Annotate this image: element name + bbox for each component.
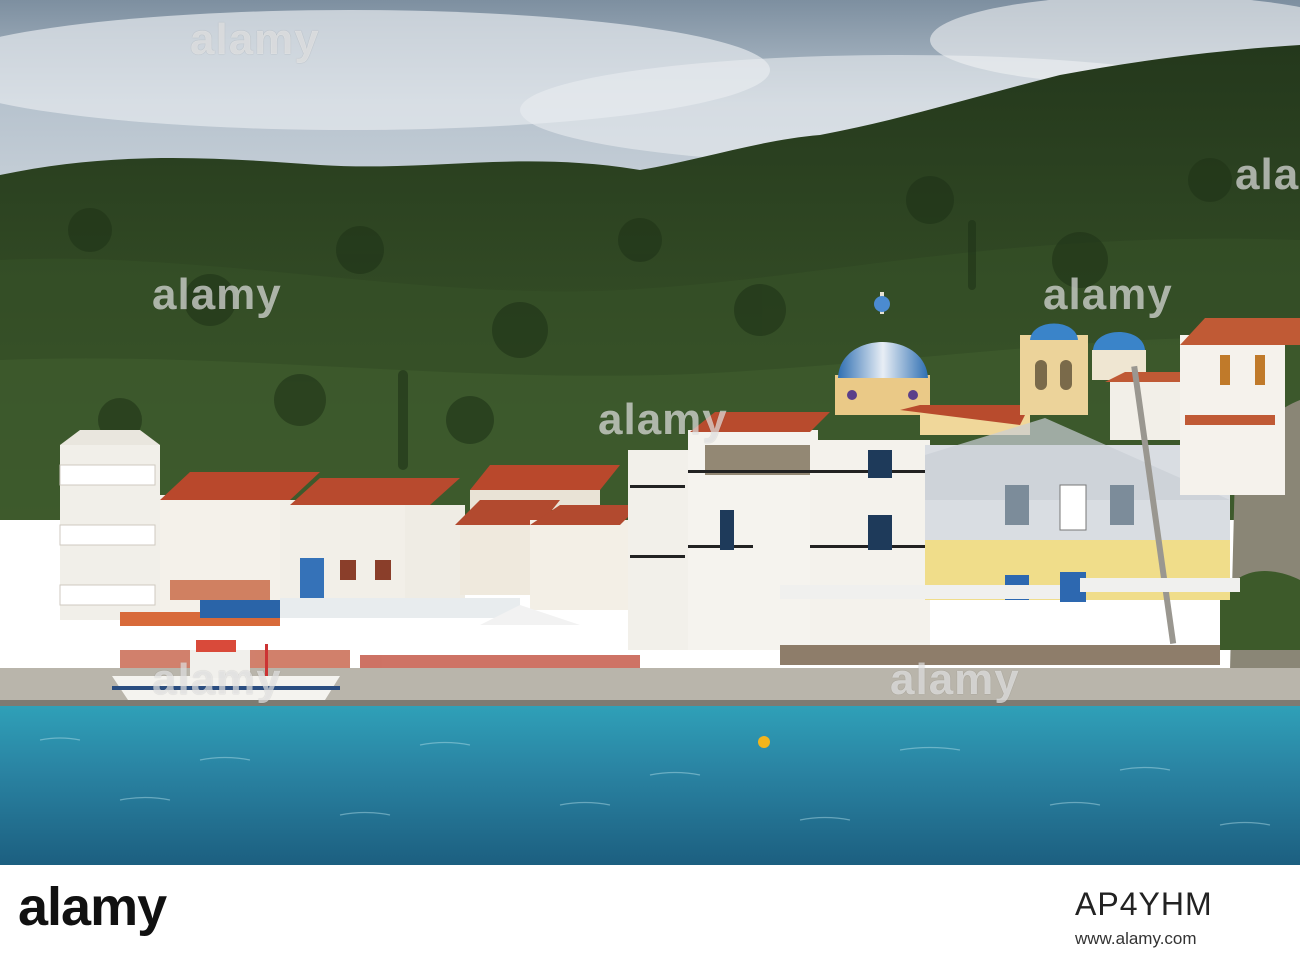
site-url: www.alamy.com xyxy=(1075,929,1197,948)
bell-tower xyxy=(1020,335,1088,415)
harbor-photo xyxy=(0,0,1300,865)
buoy xyxy=(758,736,770,748)
image-id-label: AP4YHM xyxy=(1075,886,1213,922)
alamy-logo: alamy xyxy=(18,877,167,937)
sea xyxy=(0,706,1300,865)
